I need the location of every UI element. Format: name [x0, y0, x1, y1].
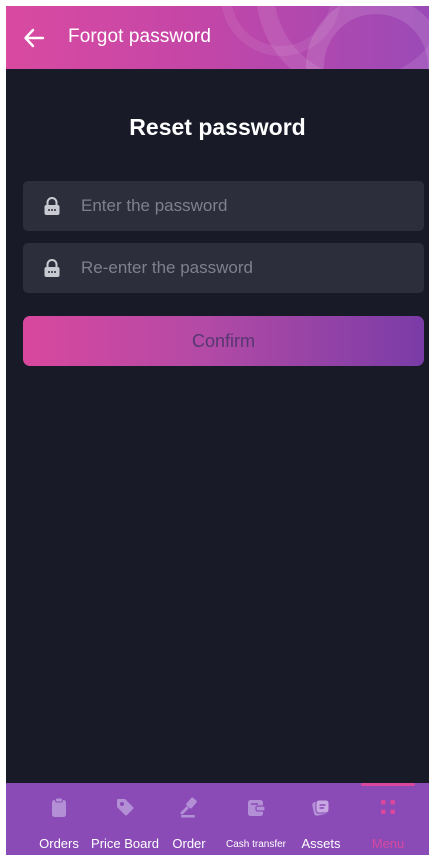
nav-label: Order: [172, 836, 206, 851]
app-header: Forgot password: [6, 6, 429, 69]
nav-label: Cash transfer: [225, 839, 287, 850]
nav-item-menu[interactable]: Menu: [355, 783, 421, 855]
nav-item-price-board[interactable]: Price Board: [90, 783, 160, 855]
nav-item-orders[interactable]: Orders: [32, 783, 86, 855]
nav-label: Assets: [301, 836, 341, 851]
grid-icon: [381, 800, 395, 814]
gavel-icon: [180, 797, 197, 818]
nav-item-cash-transfer[interactable]: Cash transfer: [218, 783, 294, 855]
nav-label: Menu: [371, 836, 405, 851]
wallet-icon: [248, 800, 266, 816]
active-tab-indicator: [361, 783, 415, 786]
confirm-password-field[interactable]: [23, 243, 424, 293]
arrow-left-icon: [24, 28, 45, 48]
page-title: Reset password: [129, 114, 306, 140]
assets-icon: [312, 799, 330, 816]
nav-label: Price Board: [91, 836, 159, 851]
nav-label: Orders: [39, 836, 79, 851]
lock-icon: [44, 197, 60, 215]
app-screen: Forgot password Reset password Confirm O…: [6, 6, 429, 855]
clipboard-icon: [52, 797, 66, 817]
header-title: Forgot password: [68, 26, 212, 47]
bottom-nav: Orders Price Board Order Cash transfer A…: [6, 783, 429, 855]
password-field[interactable]: [23, 181, 424, 231]
password-input[interactable]: [81, 181, 411, 231]
nav-item-order[interactable]: Order: [166, 783, 212, 855]
confirm-button[interactable]: Confirm: [23, 316, 424, 366]
back-button[interactable]: [20, 24, 48, 52]
tag-icon: [117, 799, 134, 816]
nav-item-assets[interactable]: Assets: [296, 783, 346, 855]
lock-icon: [44, 259, 60, 277]
confirm-password-input[interactable]: [81, 243, 411, 293]
